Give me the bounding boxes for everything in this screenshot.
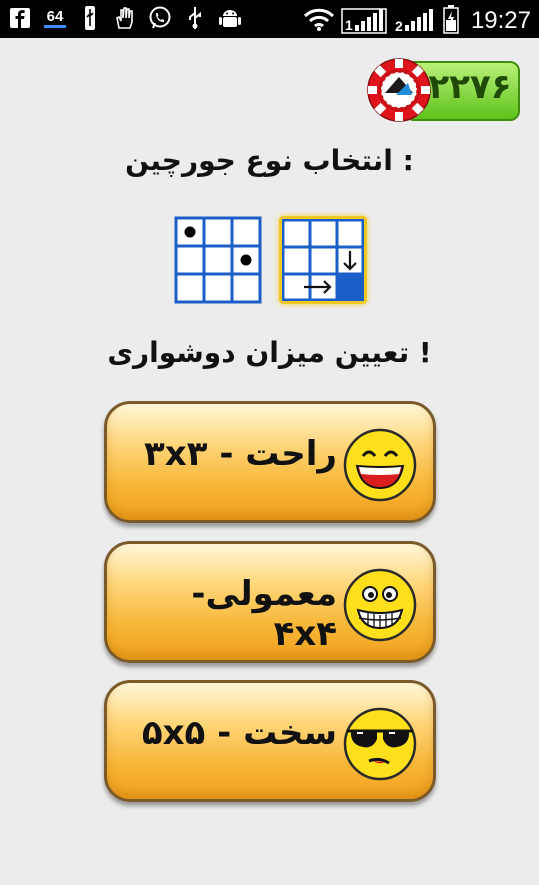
svg-text:1: 1 [345,17,353,33]
puzzle-type-title: انتخاب نوع جورچین : [125,144,414,177]
difficulty-title: تعیین میزان دوشواری ! [107,336,432,369]
laughing-face-icon [343,428,417,502]
sliding-grid-icon [281,218,365,302]
notification-icons: 64 [8,6,242,30]
coin-count: ۲۲۷۶ [428,67,512,107]
svg-text:2: 2 [395,18,403,34]
hard-label: سخت - ۵x۵ [141,713,337,753]
easy-label: راحت - ۳x۳ [144,434,337,474]
hard-button[interactable]: سخت - ۵x۵ [104,680,436,802]
signal-sim2-icon: 2 [393,3,437,39]
puzzle-type-sliding-button[interactable] [279,216,367,304]
sunglasses-face-icon [343,707,417,781]
wifi-icon [303,6,335,36]
medium-button[interactable]: معمولی- ۴x۴ [104,541,436,663]
easy-button[interactable]: راحت - ۳x۳ [104,401,436,523]
medium-label: معمولی- ۴x۴ [191,574,337,654]
system-icons: 1 2 19:27 [303,3,531,39]
viber-icon [148,6,172,30]
status-bar: 64 1 2 19:27 [0,0,539,38]
poker-chip-icon [367,58,431,122]
signal-sim1-icon: 1 [341,3,387,39]
clock: 19:27 [470,7,531,34]
facebook-icon [8,6,32,30]
usb-icon [78,6,102,30]
puzzle-type-dots-button[interactable] [174,216,262,304]
grinning-face-icon [343,568,417,642]
usb-icon [183,6,207,30]
battery-icon [443,4,459,38]
app-screen: ۲۲۷۶ انتخاب نوع جورچین : تعیین میزان دوش… [0,38,539,885]
badge-64-icon: 64 [43,6,67,30]
android-icon [218,6,242,30]
coin-counter[interactable]: ۲۲۷۶ [366,57,522,127]
hand-icon [113,6,137,30]
dots-grid-icon [174,216,262,304]
